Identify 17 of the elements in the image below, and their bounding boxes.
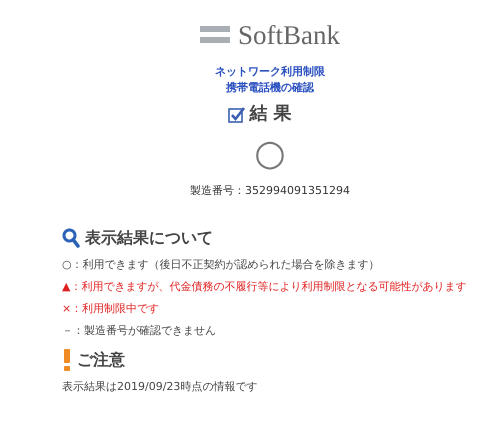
logo-text: SoftBank — [238, 20, 340, 50]
notice-text: 表示結果は2019/09/23時点の情報です — [62, 379, 258, 395]
legend-text: ×：利用制限中です — [62, 301, 160, 317]
section-heading: ご注意 — [77, 350, 125, 370]
check-icon — [228, 106, 246, 122]
serial-number: 製造番号：352994091351294 — [190, 183, 350, 199]
page-title: 携帯電話機の確認 — [226, 80, 314, 96]
exclamation-icon — [62, 349, 72, 371]
search-icon — [62, 228, 80, 248]
legend-text: －：製造番号が確認できません — [62, 323, 216, 339]
page-title: ネットワーク利用制限 — [215, 64, 325, 80]
section-heading: 表示結果について — [85, 228, 213, 248]
logo-bars-icon — [200, 25, 230, 45]
legend-text: ▲：利用できますが、代金債務の不履行等により利用制限となる可能性があります — [62, 279, 466, 295]
result-heading: 結 果 — [249, 103, 292, 125]
legend-text: ○：利用できます（後日不正契約が認められた場合を除きます） — [62, 257, 380, 273]
result-mark: ○ — [254, 133, 286, 175]
